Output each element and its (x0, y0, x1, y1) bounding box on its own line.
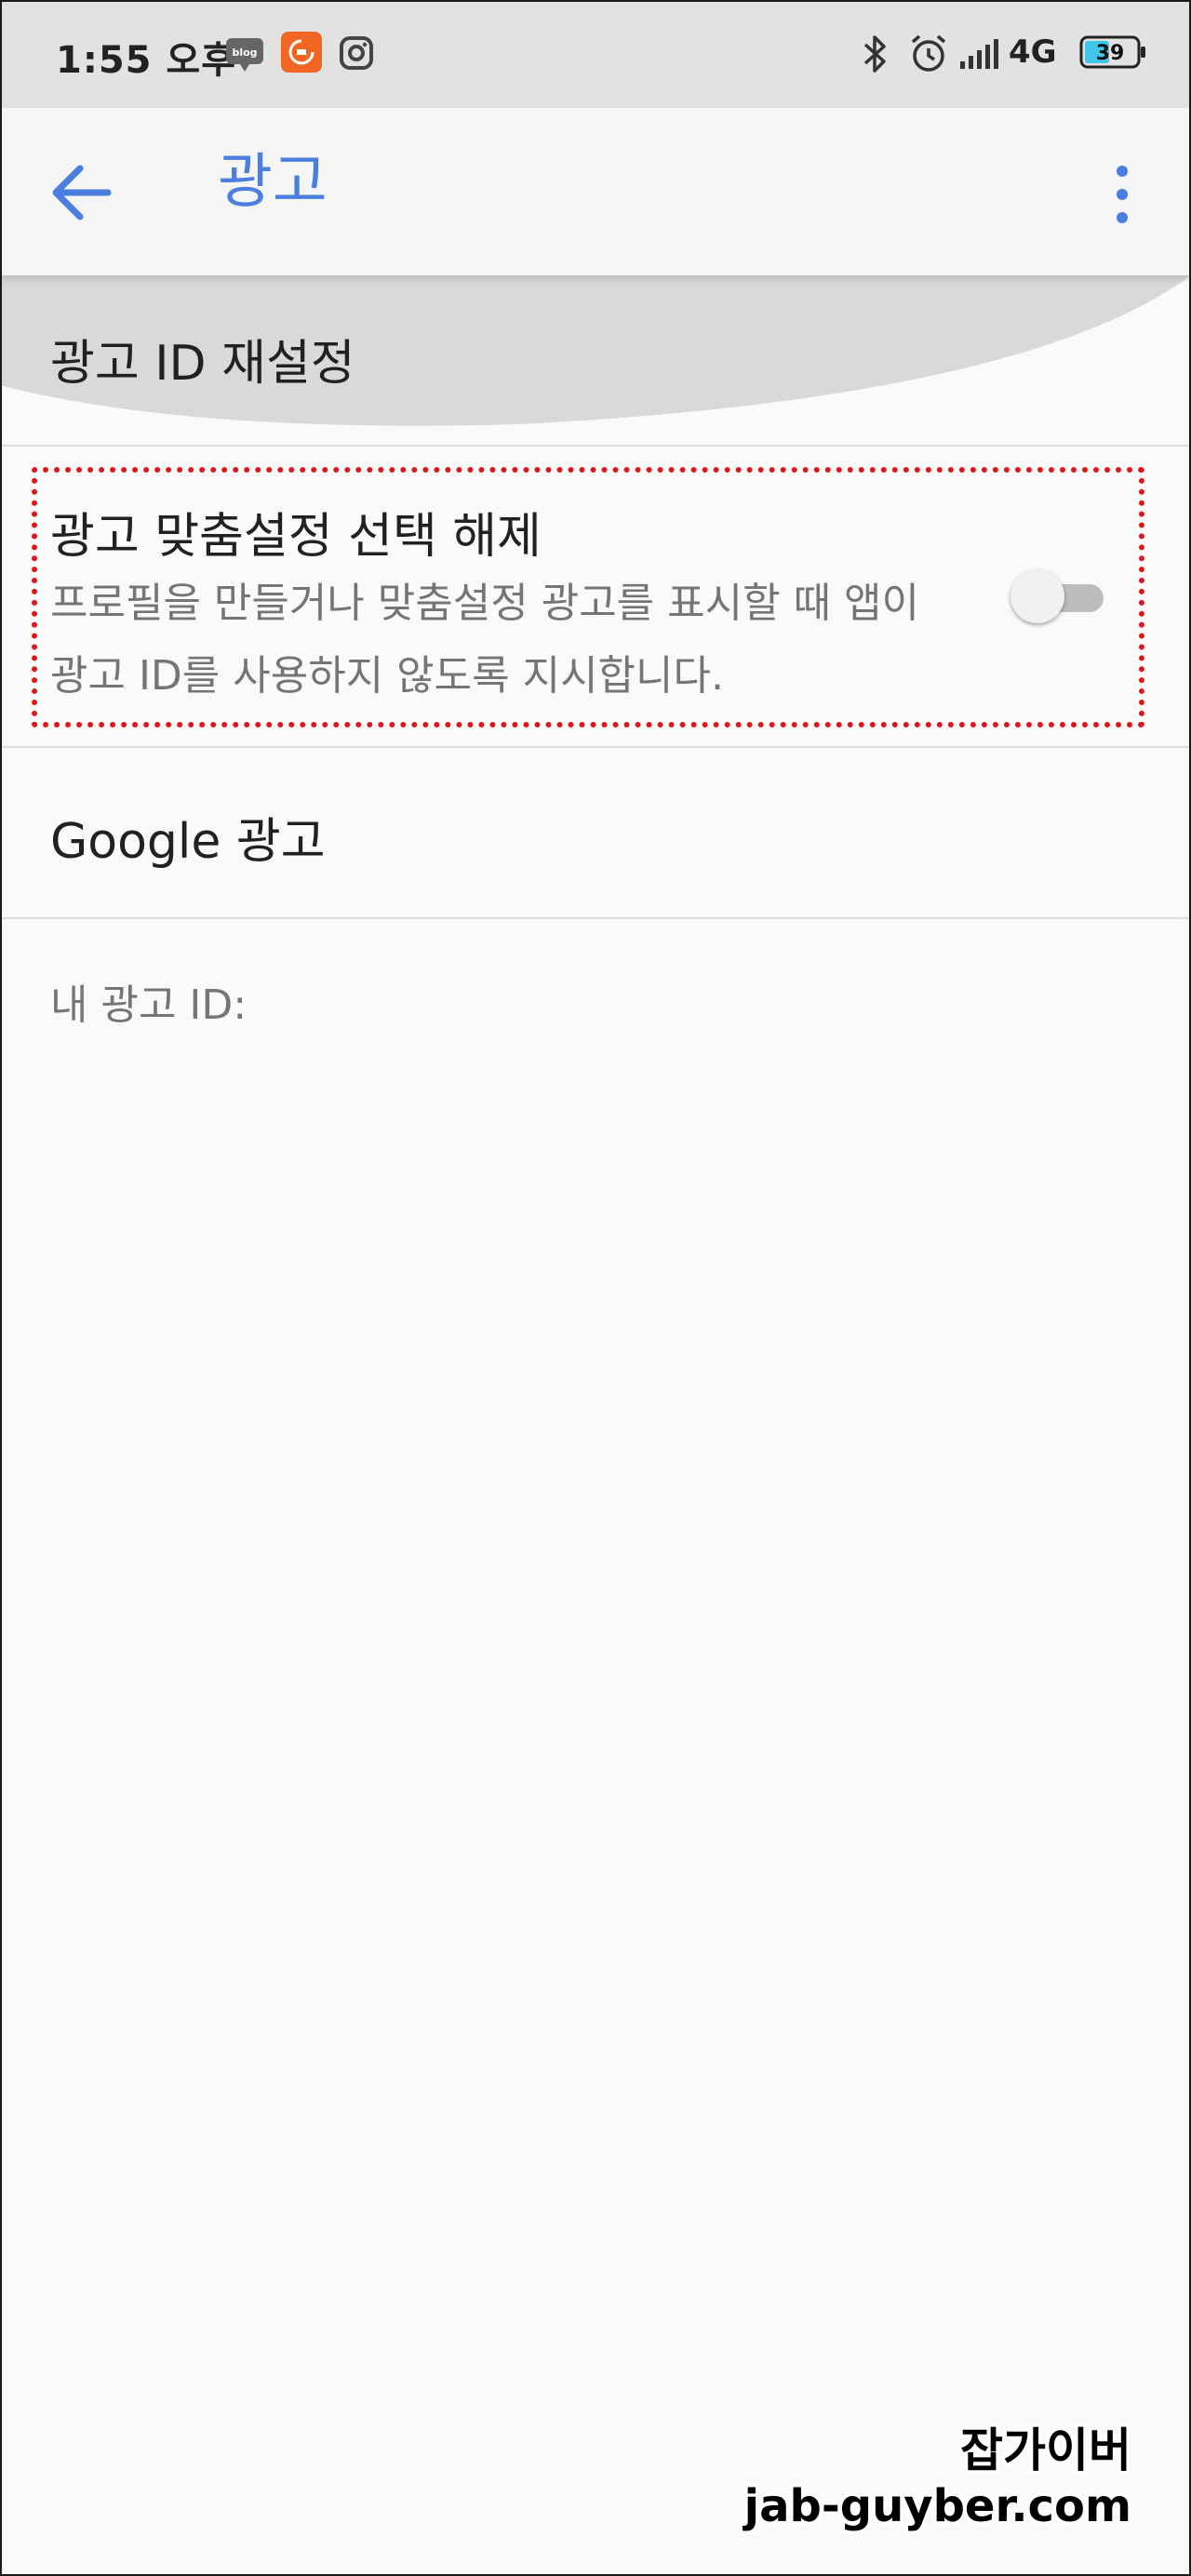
opt-out-personalization-row[interactable]: 광고 맞춤설정 선택 해제 프로필을 만들거나 맞춤설정 광고를 표시할 때 앱… (0, 448, 1191, 746)
alarm-icon (908, 33, 949, 78)
watermark: 잡가이버 jab-guyber.com (744, 2423, 1131, 2534)
divider (0, 917, 1191, 919)
divider (0, 746, 1191, 748)
toggle-thumb (1010, 569, 1064, 623)
app-bar: 광고 (0, 108, 1191, 275)
watermark-url: jab-guyber.com (743, 2480, 1131, 2532)
my-ad-id-label: 내 광고 ID: (50, 981, 248, 1029)
reset-ad-id-row[interactable]: 광고 ID 재설정 (0, 275, 1191, 447)
back-button[interactable] (47, 160, 121, 225)
signal-icon (960, 39, 1001, 73)
more-vertical-icon (1117, 166, 1128, 223)
reset-ad-id-label: 광고 ID 재설정 (50, 336, 355, 392)
google-ads-label: Google 광고 (50, 814, 326, 870)
opt-out-description: 프로필을 만들거나 맞춤설정 광고를 표시할 때 앱이 광고 ID를 사용하지 … (50, 580, 919, 700)
instagram-icon (339, 35, 374, 74)
blog-app-icon: blog (225, 37, 264, 78)
network-type: 4G (1009, 33, 1057, 71)
opt-out-title: 광고 맞춤설정 선택 해제 (50, 509, 542, 565)
bluetooth-icon (862, 33, 890, 78)
more-options-button[interactable] (1105, 162, 1139, 227)
blog-icon-label: blog (232, 47, 257, 59)
opt-out-toggle[interactable] (1010, 569, 1107, 625)
status-time: 1:55 오후 (56, 39, 237, 82)
mi-app-icon (281, 32, 322, 76)
arrow-left-icon (52, 165, 112, 220)
status-bar: 1:55 오후 blog 4G 39 (0, 0, 1191, 108)
page-title: 광고 (218, 148, 328, 217)
divider (0, 445, 1191, 447)
watermark-title: 잡가이버 (960, 2423, 1131, 2477)
google-ads-row[interactable]: Google 광고 (0, 750, 1191, 917)
battery-level: 39 (1096, 42, 1125, 65)
battery-icon: 39 (1079, 35, 1146, 73)
